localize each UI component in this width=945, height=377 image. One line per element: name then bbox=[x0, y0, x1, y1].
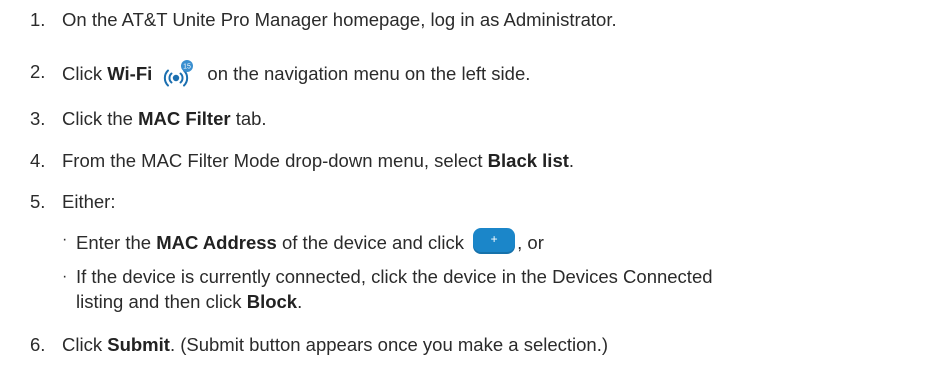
black-list-label: Black list bbox=[487, 150, 569, 171]
sub-text-post: . bbox=[297, 291, 303, 312]
step-number: 2. bbox=[30, 61, 46, 82]
step-number: 4. bbox=[30, 150, 46, 171]
step-number: 5. bbox=[30, 191, 46, 212]
sub-text-mid: of the device and click bbox=[276, 232, 470, 253]
sub-text-pre: Enter the bbox=[76, 232, 157, 253]
step-number: 6. bbox=[30, 334, 46, 355]
step-number: 3. bbox=[30, 108, 46, 129]
step-text-post: tab. bbox=[230, 108, 267, 129]
sub-text-pre: listing and then click bbox=[76, 291, 247, 312]
step-number: 1. bbox=[30, 9, 46, 30]
step-text: Click the MAC Filter tab. bbox=[62, 107, 267, 131]
step-text: On the AT&T Unite Pro Manager homepage, … bbox=[62, 9, 617, 30]
sub-item-text: If the device is currently connected, cl… bbox=[76, 266, 713, 287]
step-text-pre: Click bbox=[62, 63, 108, 84]
step-text-pre: Click the bbox=[62, 108, 139, 129]
step-text: Click Wi-Fi 15 on the navigation menu on… bbox=[62, 60, 530, 90]
wifi-badge: 15 bbox=[183, 64, 191, 71]
sub-item-text: Enter the MAC Address of the device and … bbox=[76, 228, 544, 255]
step-text-pre: From the MAC Filter Mode drop-down menu,… bbox=[62, 150, 488, 171]
add-button-icon: + bbox=[473, 228, 516, 254]
block-label: Block bbox=[246, 291, 298, 312]
sub-text-post: , or bbox=[517, 232, 544, 253]
step-text: From the MAC Filter Mode drop-down menu,… bbox=[62, 149, 574, 173]
step-text-post: . bbox=[568, 150, 575, 171]
step-text-post: . (Submit button appears once you make a… bbox=[169, 334, 609, 355]
sub-item-text: listing and then click Block. bbox=[76, 290, 302, 314]
bullet: · bbox=[62, 231, 68, 248]
submit-label: Submit bbox=[107, 334, 170, 355]
mac-filter-label: MAC Filter bbox=[138, 108, 231, 129]
wifi-label: Wi-Fi bbox=[107, 63, 153, 84]
step-text-pre: Click bbox=[62, 334, 108, 355]
bullet: · bbox=[62, 268, 68, 285]
step-text: Click Submit. (Submit button appears onc… bbox=[62, 333, 608, 357]
step-text-post: on the navigation menu on the left side. bbox=[202, 63, 531, 84]
wifi-icon: 15 bbox=[162, 60, 196, 90]
step-text: Either: bbox=[62, 191, 116, 212]
plus-icon: + bbox=[490, 232, 498, 246]
mac-address-label: MAC Address bbox=[156, 232, 277, 253]
